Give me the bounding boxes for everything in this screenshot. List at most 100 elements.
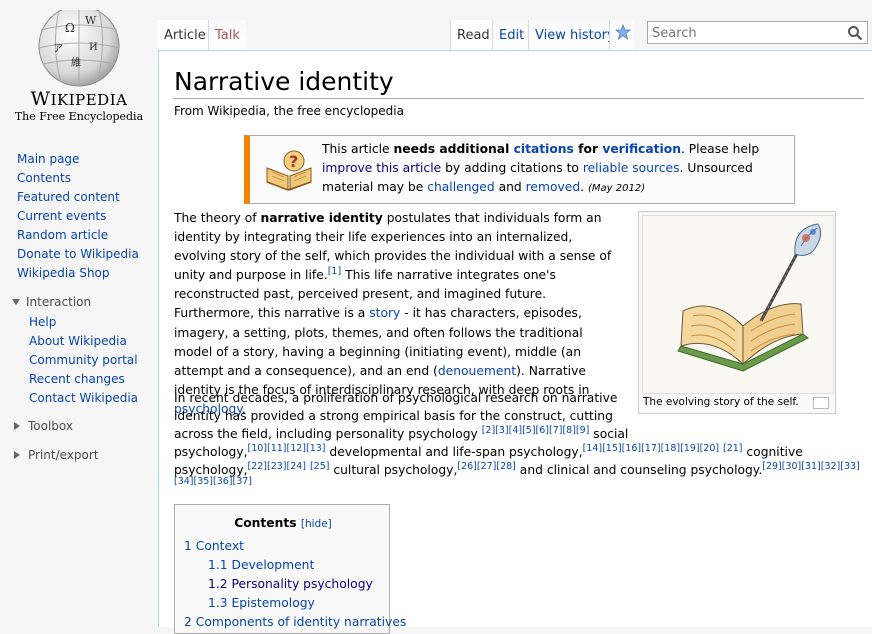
citation-refs[interactable]: [10][11][12][13] <box>248 443 326 454</box>
collapse-arrow-icon <box>12 299 20 305</box>
removed-link[interactable]: removed <box>526 180 581 194</box>
paragraph-text: across the field, including personality … <box>174 427 482 441</box>
paragraph-line: In recent decades, a proliferation of ps… <box>174 389 864 407</box>
citation-refs[interactable]: [22][23][24] <box>248 461 307 472</box>
notice-text-bold: for <box>573 142 603 156</box>
citation-notice-text: This article needs additional citations … <box>322 140 787 198</box>
svg-text:И: И <box>89 42 98 53</box>
page-subtitle: From Wikipedia, the free encyclopedia <box>174 104 404 118</box>
paragraph-line: psychology,[22][23][24] [25] cultural ps… <box>174 461 864 479</box>
paragraph-text: The theory of <box>174 211 261 225</box>
denouement-link[interactable]: denouement <box>438 364 516 378</box>
globe-icon: Ω W ア И 維 <box>38 0 120 87</box>
toc-text: Personality psychology <box>231 577 373 591</box>
citation-refs[interactable]: [2][3][4][5][6][7][8][9] <box>482 425 590 436</box>
paragraph-text: social <box>589 427 629 441</box>
interaction-heading: Interaction <box>26 295 92 309</box>
toolbox-heading: Toolbox <box>28 419 73 433</box>
story-link[interactable]: story <box>369 306 400 320</box>
sidebar-section-interaction[interactable]: Interaction <box>12 295 91 309</box>
citation-refs[interactable]: [14][15][16][17][18][19][20] <box>583 443 720 454</box>
expand-arrow-icon <box>14 451 20 459</box>
sidebar-item-main-page[interactable]: Main page <box>17 152 79 166</box>
notice-text: by adding citations to <box>441 161 583 175</box>
toc-item-epistemology[interactable]: 1.3 Epistemology <box>208 596 315 610</box>
paragraph-text: identity has provided a strong empirical… <box>174 409 613 423</box>
svg-text:維: 維 <box>71 56 81 69</box>
toc-number: 1.3 <box>208 596 228 610</box>
toc-number: 1.2 <box>208 577 228 591</box>
toc-item-development[interactable]: 1.1 Development <box>208 558 314 572</box>
paragraph-text: psychology, <box>174 463 248 477</box>
print-export-heading: Print/export <box>28 448 99 462</box>
toc-title: Contents [hide] <box>175 516 391 530</box>
paragraph-line: identity has provided a strong empirical… <box>174 407 864 425</box>
sidebar-item-help[interactable]: Help <box>29 315 56 329</box>
sidebar-item-contents[interactable]: Contents <box>17 171 71 185</box>
toc-text: Development <box>231 558 315 572</box>
notice-text: and <box>494 180 526 194</box>
sidebar-item-about[interactable]: About Wikipedia <box>29 334 127 348</box>
image-thumbnail: The evolving story of the self. <box>638 211 836 414</box>
intro-paragraph: The theory of narrative identity postula… <box>174 209 624 419</box>
paragraph-text: cultural psychology, <box>329 463 458 477</box>
paragraph-text: and clinical and counseling psychology. <box>515 463 763 477</box>
citation-refs[interactable]: [34][35][36][37] <box>174 476 252 487</box>
paragraph-line: [34][35][36][37] <box>174 476 864 491</box>
article-subject: narrative identity <box>260 211 383 225</box>
paragraph-text: In recent decades, a proliferation of ps… <box>174 391 618 405</box>
sidebar-item-shop[interactable]: Wikipedia Shop <box>17 266 110 280</box>
citation-ref[interactable]: [25] <box>310 461 330 472</box>
search-input[interactable] <box>648 22 846 45</box>
tab-talk[interactable]: Talk <box>208 20 246 50</box>
research-paragraph: In recent decades, a proliferation of ps… <box>174 389 864 491</box>
toc-item-personality-psychology[interactable]: 1.2 Personality psychology <box>208 577 373 591</box>
sidebar-item-recent-changes[interactable]: Recent changes <box>29 372 125 386</box>
thumbnail-image[interactable] <box>642 215 834 394</box>
logo-tagline: The Free Encyclopedia <box>14 110 144 123</box>
toc-text: Context <box>195 539 244 553</box>
toc-number: 1.1 <box>208 558 228 572</box>
watch-star-button[interactable] <box>609 20 634 50</box>
tab-article[interactable]: Article <box>158 20 212 50</box>
reliable-sources-link[interactable]: reliable sources <box>583 161 680 175</box>
notice-text-bold: needs additional <box>393 142 514 156</box>
challenged-link[interactable]: challenged <box>427 180 494 194</box>
citation-ref[interactable]: [1] <box>328 266 341 277</box>
sidebar-section-print-export[interactable]: Print/export <box>12 448 99 462</box>
tab-read[interactable]: Read <box>450 20 496 50</box>
svg-text:?: ? <box>289 152 298 171</box>
notice-date: (May 2012) <box>588 183 646 194</box>
star-icon <box>615 24 631 40</box>
tab-view-history[interactable]: View history <box>528 20 621 50</box>
citation-notice: ? This article needs additional citation… <box>244 135 795 204</box>
notice-text: . Please help <box>680 142 760 156</box>
improve-article-link[interactable]: improve this article <box>322 161 441 175</box>
sidebar-item-random-article[interactable]: Random article <box>17 228 108 242</box>
toc-hide-link[interactable]: [hide] <box>301 518 332 530</box>
sidebar-item-community-portal[interactable]: Community portal <box>29 353 138 367</box>
citation-ref[interactable]: [21] <box>723 443 743 454</box>
page-title: Narrative identity <box>174 67 394 96</box>
sidebar-item-featured-content[interactable]: Featured content <box>17 190 120 204</box>
citations-link[interactable]: citations <box>514 142 574 156</box>
sidebar-item-current-events[interactable]: Current events <box>17 209 106 223</box>
verification-link[interactable]: verification <box>602 142 681 156</box>
expand-arrow-icon <box>14 422 20 430</box>
paragraph-text: developmental and life-span psychology, <box>325 445 583 459</box>
svg-text:W: W <box>85 14 97 27</box>
sidebar-item-contact[interactable]: Contact Wikipedia <box>29 391 138 405</box>
notice-text: . <box>580 180 585 194</box>
citation-refs[interactable]: [29][30][31][32][33] <box>762 461 860 472</box>
search-icon[interactable] <box>847 25 863 41</box>
toc-number: 1 <box>184 539 192 553</box>
sidebar-section-toolbox[interactable]: Toolbox <box>12 419 73 433</box>
citation-refs[interactable]: [26][27][28] <box>457 461 516 472</box>
sidebar-item-donate[interactable]: Donate to Wikipedia <box>17 247 139 261</box>
svg-text:ア: ア <box>53 44 63 55</box>
article-content: Narrative identity From Wikipedia, the f… <box>158 50 872 634</box>
toc-item-context[interactable]: 1 Context <box>184 539 244 553</box>
toc-heading: Contents <box>234 516 297 530</box>
tab-edit[interactable]: Edit <box>492 20 531 50</box>
wikipedia-logo[interactable]: Ω W ア И 維 WIKIPEDIA The Free Encyclopedi… <box>0 0 158 140</box>
